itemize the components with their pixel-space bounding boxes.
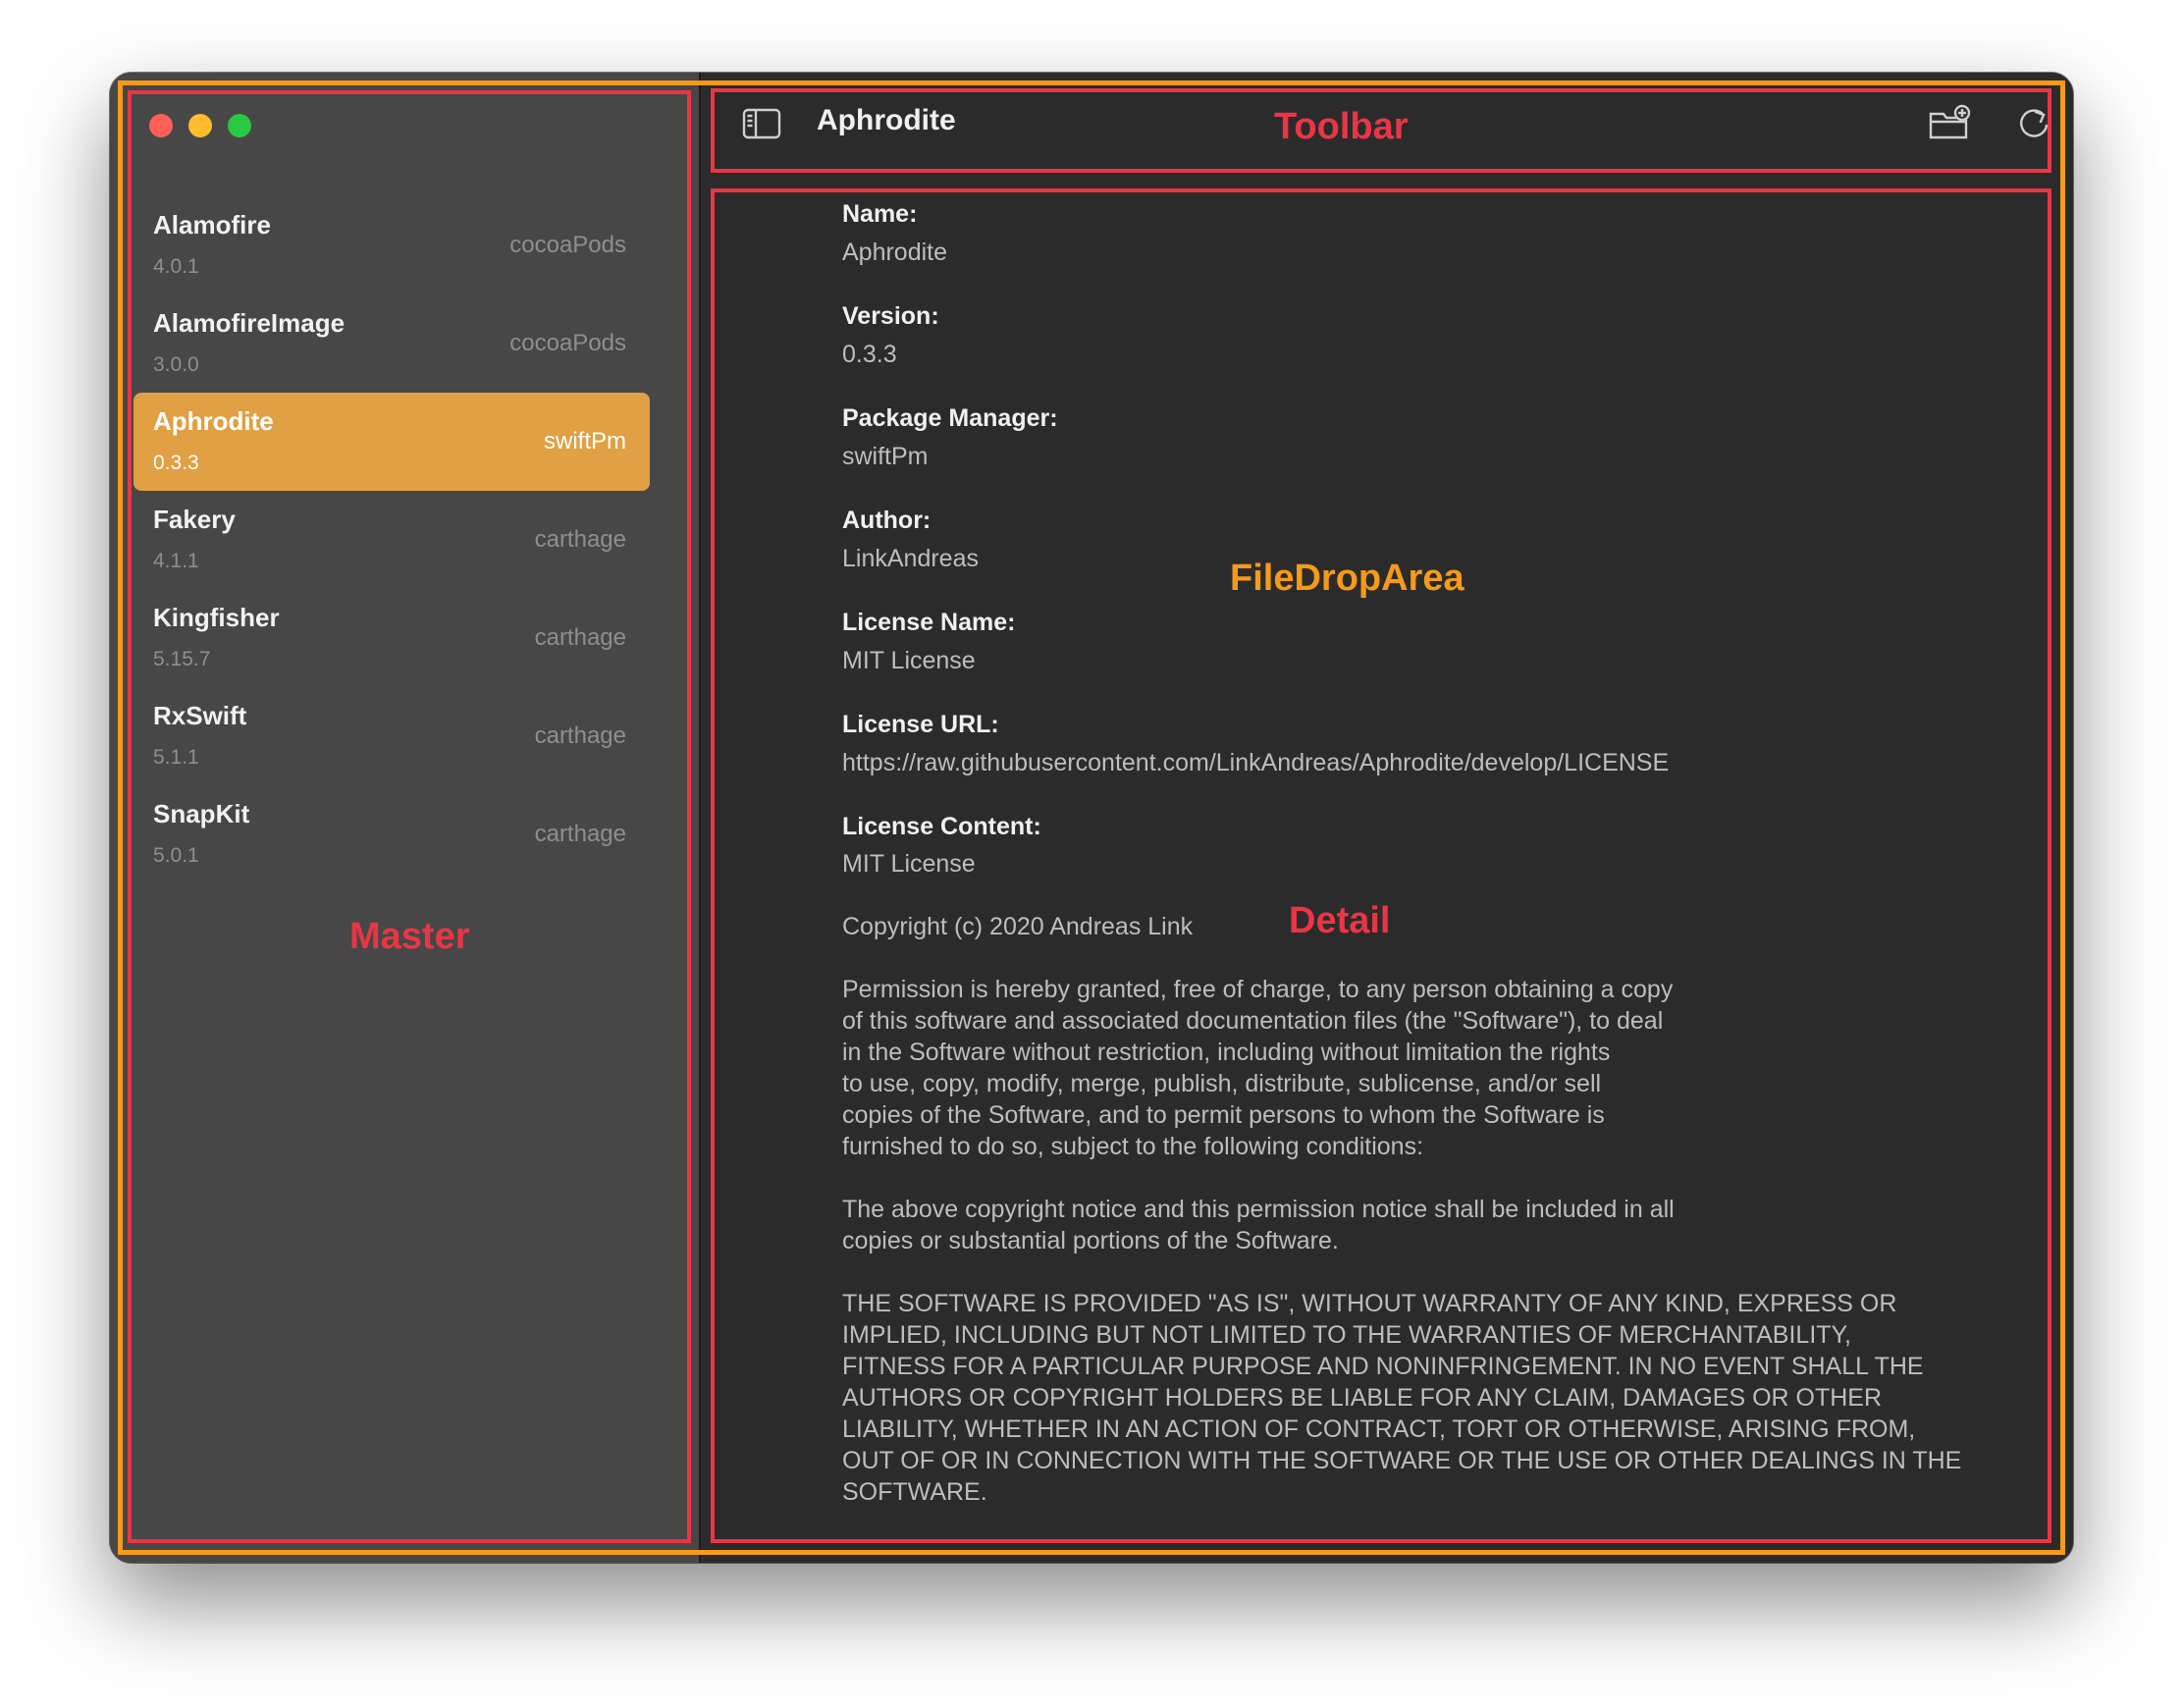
package-name: RxSwift bbox=[153, 701, 247, 730]
author-label: Author: bbox=[842, 507, 932, 534]
package-row[interactable]: Fakery 4.1.1 carthage bbox=[133, 491, 650, 589]
package-version: 0.3.3 bbox=[153, 452, 199, 474]
package-version: 4.1.1 bbox=[153, 550, 199, 572]
package-manager: carthage bbox=[534, 722, 626, 749]
close-window-button[interactable] bbox=[149, 114, 173, 137]
package-manager: carthage bbox=[534, 821, 626, 847]
package-manager: cocoaPods bbox=[509, 232, 626, 258]
package-list: Alamofire 4.0.1 cocoaPods AlamofireImage… bbox=[133, 196, 650, 883]
license-name-value: MIT License bbox=[842, 647, 976, 674]
package-version: 3.0.0 bbox=[153, 353, 199, 376]
toolbar-title: Aphrodite bbox=[817, 104, 956, 136]
package-name: Kingfisher bbox=[153, 603, 280, 632]
package-name: AlamofireImage bbox=[153, 308, 346, 338]
package-row-selected[interactable]: Aphrodite 0.3.3 swiftPm bbox=[133, 393, 650, 491]
master-sidebar: Alamofire 4.0.1 cocoaPods AlamofireImage… bbox=[110, 73, 699, 1563]
zoom-window-button[interactable] bbox=[228, 114, 251, 137]
folder-add-icon[interactable] bbox=[1928, 102, 1971, 145]
package-row[interactable]: Alamofire 4.0.1 cocoaPods bbox=[133, 196, 650, 294]
version-label: Version: bbox=[842, 302, 939, 330]
detail-content: Name: Aphrodite Version: 0.3.3 Package M… bbox=[842, 198, 2034, 1508]
toolbar-annotation-label: Toolbar bbox=[1274, 106, 1409, 147]
package-version: 5.0.1 bbox=[153, 844, 199, 867]
package-version: 5.1.1 bbox=[153, 746, 199, 769]
detail-annotation-label: Detail bbox=[1289, 900, 1391, 941]
master-annotation-label: Master bbox=[349, 916, 470, 957]
name-value: Aphrodite bbox=[842, 239, 948, 266]
license-url-value[interactable]: https://raw.githubusercontent.com/LinkAn… bbox=[842, 746, 2034, 779]
package-version: 4.0.1 bbox=[153, 255, 199, 278]
package-name: Alamofire bbox=[153, 210, 271, 240]
license-name-label: License Name: bbox=[842, 609, 1016, 636]
package-manager-value: swiftPm bbox=[842, 443, 929, 470]
sidebar-toggle-icon[interactable] bbox=[740, 102, 783, 145]
refresh-icon[interactable] bbox=[2012, 102, 2055, 145]
package-row[interactable]: RxSwift 5.1.1 carthage bbox=[133, 687, 650, 785]
package-manager: carthage bbox=[534, 624, 626, 651]
minimize-window-button[interactable] bbox=[188, 114, 212, 137]
package-name: SnapKit bbox=[153, 799, 250, 828]
file-drop-area-annotation-label: FileDropArea bbox=[1230, 558, 1464, 599]
license-content-label: License Content: bbox=[842, 813, 1041, 840]
package-row[interactable]: SnapKit 5.0.1 carthage bbox=[133, 785, 650, 883]
package-row[interactable]: Kingfisher 5.15.7 carthage bbox=[133, 589, 650, 687]
name-label: Name: bbox=[842, 200, 918, 228]
package-manager: cocoaPods bbox=[509, 330, 626, 356]
package-manager: swiftPm bbox=[544, 428, 626, 454]
package-row[interactable]: AlamofireImage 3.0.0 cocoaPods bbox=[133, 294, 650, 393]
package-name: Aphrodite bbox=[153, 406, 274, 436]
package-version: 5.15.7 bbox=[153, 648, 211, 670]
package-manager-label: Package Manager: bbox=[842, 404, 1058, 432]
version-value: 0.3.3 bbox=[842, 341, 897, 368]
license-content-text: MIT License Copyright (c) 2020 Andreas L… bbox=[842, 850, 1962, 1506]
license-url-label: License URL: bbox=[842, 711, 999, 738]
app-window: Alamofire 4.0.1 cocoaPods AlamofireImage… bbox=[110, 73, 2073, 1563]
package-name: Fakery bbox=[153, 505, 236, 534]
package-manager: carthage bbox=[534, 526, 626, 553]
detail-pane: Aphrodite Name: Aphrodite Version: 0.3.3… bbox=[701, 73, 2073, 1563]
